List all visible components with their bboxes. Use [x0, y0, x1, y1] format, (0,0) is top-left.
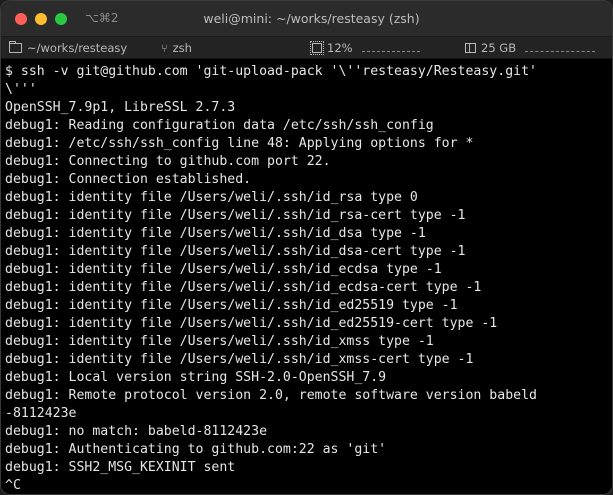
folder-icon — [9, 41, 22, 53]
terminal-line: debug1: /etc/ssh/ssh_config line 48: App… — [5, 136, 474, 151]
terminal-line: debug1: identity file /Users/weli/.ssh/i… — [5, 352, 474, 367]
disk-usage-bar — [525, 50, 596, 52]
terminal-line: debug1: Local version string SSH-2.0-Ope… — [5, 370, 387, 385]
terminal-line: debug1: identity file /Users/weli/.ssh/i… — [5, 208, 466, 223]
terminal-line: debug1: identity file /Users/weli/.ssh/i… — [5, 262, 442, 277]
status-bar: ~/works/resteasy ⑂ zsh 12% 25 GB — [1, 37, 612, 59]
terminal-line: debug1: identity file /Users/weli/.ssh/i… — [5, 244, 466, 259]
cpu-usage-bar — [361, 50, 420, 52]
status-shell-label: zsh — [172, 41, 192, 55]
terminal-line: debug1: identity file /Users/weli/.ssh/i… — [5, 190, 418, 205]
terminal-line: \''' — [5, 82, 37, 97]
status-cpu[interactable]: 12% — [310, 41, 420, 55]
terminal-output[interactable]: $ ssh -v git@github.com 'git-upload-pack… — [5, 63, 609, 493]
status-cpu-label: 12% — [327, 41, 353, 55]
cpu-icon — [310, 41, 324, 55]
terminal-line: debug1: Connection established. — [5, 172, 252, 187]
terminal-line: debug1: identity file /Users/weli/.ssh/i… — [5, 316, 498, 331]
status-disk[interactable]: 25 GB — [465, 41, 596, 55]
window-title: weli@mini: ~/works/resteasy (zsh) — [203, 11, 420, 26]
status-path[interactable]: ~/works/resteasy — [9, 41, 127, 55]
title-bar[interactable]: ⌥⌘2 weli@mini: ~/works/resteasy (zsh) — [1, 1, 612, 37]
branch-icon: ⑂ — [161, 41, 168, 55]
disk-icon — [465, 43, 476, 53]
terminal-window: ⌥⌘2 weli@mini: ~/works/resteasy (zsh) ~/… — [0, 0, 613, 495]
terminal-line: ^C — [5, 478, 21, 493]
terminal-line: debug1: identity file /Users/weli/.ssh/i… — [5, 280, 482, 295]
terminal-line: $ ssh -v git@github.com 'git-upload-pack… — [5, 64, 537, 79]
terminal-line: OpenSSH_7.9p1, LibreSSL 2.7.3 — [5, 100, 236, 115]
terminal-line: debug1: SSH2_MSG_KEXINIT sent — [5, 460, 236, 475]
status-path-label: ~/works/resteasy — [27, 41, 128, 55]
terminal-line: debug1: Reading configuration data /etc/… — [5, 118, 434, 133]
status-disk-label: 25 GB — [481, 41, 517, 55]
terminal-line: debug1: no match: babeld-8112423e — [5, 424, 268, 439]
terminal-line: debug1: identity file /Users/weli/.ssh/i… — [5, 298, 458, 313]
status-shell[interactable]: ⑂ zsh — [161, 41, 192, 55]
terminal-line: debug1: Remote protocol version 2.0, rem… — [5, 388, 537, 403]
terminal-line: debug1: identity file /Users/weli/.ssh/i… — [5, 226, 426, 241]
terminal-line: debug1: Authenticating to github.com:22 … — [5, 442, 387, 457]
terminal-line: debug1: identity file /Users/weli/.ssh/i… — [5, 334, 434, 349]
terminal-line: -8112423e — [5, 406, 77, 421]
terminal-line: debug1: Connecting to github.com port 22… — [5, 154, 331, 169]
